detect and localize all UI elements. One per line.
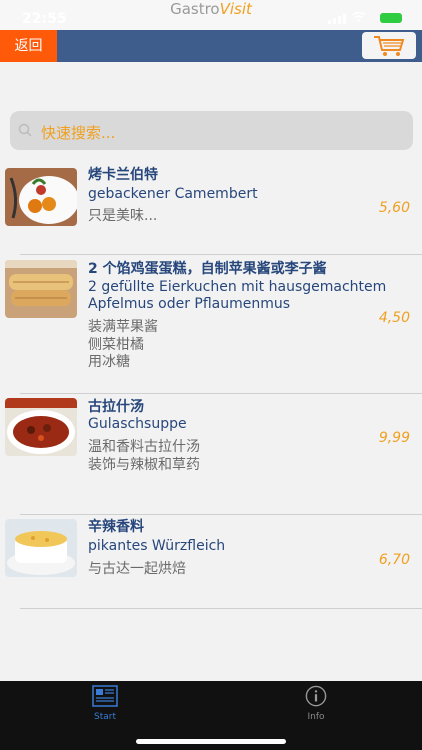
dish-thumbnail — [5, 168, 77, 226]
dish-subtitle: pikantes Würzfleich — [88, 538, 226, 554]
dish-thumbnail — [5, 519, 77, 577]
dish-subtitle: Gulaschsuppe — [88, 416, 187, 432]
dish-description: 与古达一起烘焙 — [88, 561, 186, 577]
dish-price: 5,60 — [378, 200, 410, 216]
menu-item[interactable]: 古拉什汤 Gulaschsuppe 温和香料古拉什汤 装饰与辣椒和草药 9,99 — [0, 394, 422, 515]
tab-label: Info — [307, 712, 325, 722]
menu-card-icon — [92, 685, 118, 707]
dish-description: 只是美味... — [88, 208, 158, 224]
dish-thumbnail — [5, 398, 77, 456]
cart-button[interactable] — [362, 32, 416, 59]
brand-part1: Gastro — [170, 0, 220, 18]
tab-label: Start — [94, 712, 116, 722]
dish-subtitle: 2 gefüllte Eierkuchen mit hausgemachtem … — [88, 279, 387, 312]
dish-name: 2 个馅鸡蛋蛋糕，自制苹果酱或李子酱 — [88, 261, 327, 277]
tab-info[interactable]: Info — [286, 685, 346, 722]
dish-description: 装满苹果酱 — [88, 319, 158, 335]
dish-thumbnail — [5, 260, 77, 318]
dish-price: 6,70 — [378, 552, 410, 568]
dish-description: 侧菜柑橘 — [88, 337, 144, 353]
menu-item[interactable]: 辛辣香料 pikantes Würzfleich 与古达一起烘焙 6,70 — [0, 514, 422, 610]
menu-item[interactable]: 烤卡兰伯特 gebackener Camembert 只是美味... 5,60 — [0, 160, 422, 256]
signal-icon — [328, 14, 346, 24]
tab-start[interactable]: Start — [75, 685, 135, 722]
info-icon — [305, 685, 327, 707]
wifi-icon — [352, 12, 366, 22]
divider — [20, 608, 422, 609]
dish-name: 烤卡兰伯特 — [88, 167, 158, 183]
dish-description: 温和香料古拉什汤 — [88, 439, 200, 455]
search-input[interactable]: 快速搜索... — [10, 111, 413, 150]
menu-item[interactable]: 2 个馅鸡蛋蛋糕，自制苹果酱或李子酱 2 gefüllte Eierkuchen… — [0, 256, 422, 394]
dish-description: 装饰与辣椒和草药 — [88, 457, 200, 473]
dish-subtitle: gebackener Camembert — [88, 186, 258, 202]
brand-part2: Visit — [219, 0, 252, 18]
dish-price: 9,99 — [378, 430, 410, 446]
dish-price: 4,50 — [378, 310, 410, 326]
shopping-cart-icon — [374, 35, 405, 56]
status-bar: 22:55 GastroVisit — [0, 0, 422, 30]
nav-bar: 返回 — [0, 30, 422, 62]
dish-name: 古拉什汤 — [88, 399, 144, 415]
dish-name: 辛辣香料 — [88, 519, 144, 535]
search-placeholder: 快速搜索... — [41, 124, 116, 142]
divider — [20, 254, 422, 255]
home-indicator[interactable] — [136, 739, 286, 744]
dish-description: 用冰糖 — [88, 354, 130, 370]
battery-icon — [380, 13, 402, 23]
back-button[interactable]: 返回 — [0, 30, 57, 62]
search-icon — [18, 123, 32, 137]
